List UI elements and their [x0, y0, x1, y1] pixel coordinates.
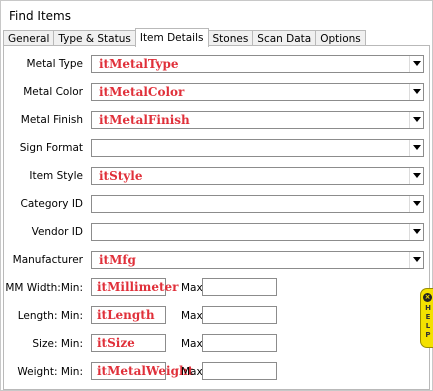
vendor-id-dropdown-button[interactable] [409, 224, 423, 240]
chevron-down-icon [413, 89, 421, 94]
item-details-panel: Metal Type itMetalType Metal Color itMet… [3, 45, 430, 390]
weight-max-input[interactable] [202, 362, 277, 380]
metal-type-dropdown-button[interactable] [409, 56, 423, 72]
metal-type-label: Metal Type [26, 58, 83, 70]
sign-format-combo[interactable] [91, 139, 424, 157]
size-min-value: itSize [97, 336, 135, 350]
metal-type-combo[interactable]: itMetalType [91, 55, 424, 73]
help-text: HELP [425, 304, 431, 339]
size-label: Size: Min: [32, 338, 83, 350]
item-style-value: itStyle [99, 169, 143, 183]
close-icon: × [423, 293, 432, 302]
size-min-input[interactable]: itSize [91, 334, 166, 352]
length-min-value: itLength [97, 308, 155, 322]
category-id-dropdown-button[interactable] [409, 196, 423, 212]
length-label: Length: Min: [17, 310, 83, 322]
metal-color-label: Metal Color [23, 86, 83, 98]
metal-color-dropdown-button[interactable] [409, 84, 423, 100]
metal-finish-value: itMetalFinish [99, 113, 190, 127]
manufacturer-value: itMfg [99, 253, 136, 267]
size-max-input[interactable] [202, 334, 277, 352]
mm-width-max-input[interactable] [202, 278, 277, 296]
help-tab[interactable]: × HELP [420, 288, 433, 348]
weight-label: Weight: Min: [17, 366, 83, 378]
manufacturer-combo[interactable]: itMfg [91, 251, 424, 269]
tab-item-details[interactable]: Item Details [134, 28, 209, 47]
category-id-label: Category ID [20, 198, 83, 210]
chevron-down-icon [413, 145, 421, 150]
chevron-down-icon [413, 257, 421, 262]
metal-color-combo[interactable]: itMetalColor [91, 83, 424, 101]
mm-width-label: MM Width:Min: [5, 282, 83, 294]
vendor-id-label: Vendor ID [31, 226, 83, 238]
manufacturer-dropdown-button[interactable] [409, 252, 423, 268]
sign-format-label: Sign Format [19, 142, 83, 154]
weight-min-value: itMetalWeight [97, 364, 194, 378]
length-min-input[interactable]: itLength [91, 306, 166, 324]
chevron-down-icon [413, 173, 421, 178]
metal-finish-combo[interactable]: itMetalFinish [91, 111, 424, 129]
chevron-down-icon [413, 61, 421, 66]
chevron-down-icon [413, 201, 421, 206]
manufacturer-label: Manufacturer [12, 254, 83, 266]
metal-color-value: itMetalColor [99, 85, 185, 99]
category-id-combo[interactable] [91, 195, 424, 213]
find-items-window: Find Items General Type & Status Item De… [0, 0, 433, 391]
item-style-dropdown-button[interactable] [409, 168, 423, 184]
metal-finish-label: Metal Finish [20, 114, 83, 126]
window-title: Find Items [9, 9, 71, 23]
chevron-down-icon [413, 229, 421, 234]
mm-width-min-value: itMillimeter [97, 280, 179, 294]
metal-type-value: itMetalType [99, 57, 179, 71]
metal-finish-dropdown-button[interactable] [409, 112, 423, 128]
chevron-down-icon [413, 117, 421, 122]
tab-strip: General Type & Status Item Details Stone… [3, 28, 366, 47]
weight-min-input[interactable]: itMetalWeight [91, 362, 193, 380]
vendor-id-combo[interactable] [91, 223, 424, 241]
mm-width-min-input[interactable]: itMillimeter [91, 278, 178, 296]
length-max-input[interactable] [202, 306, 277, 324]
item-style-label: Item Style [29, 170, 83, 182]
sign-format-dropdown-button[interactable] [409, 140, 423, 156]
item-style-combo[interactable]: itStyle [91, 167, 424, 185]
